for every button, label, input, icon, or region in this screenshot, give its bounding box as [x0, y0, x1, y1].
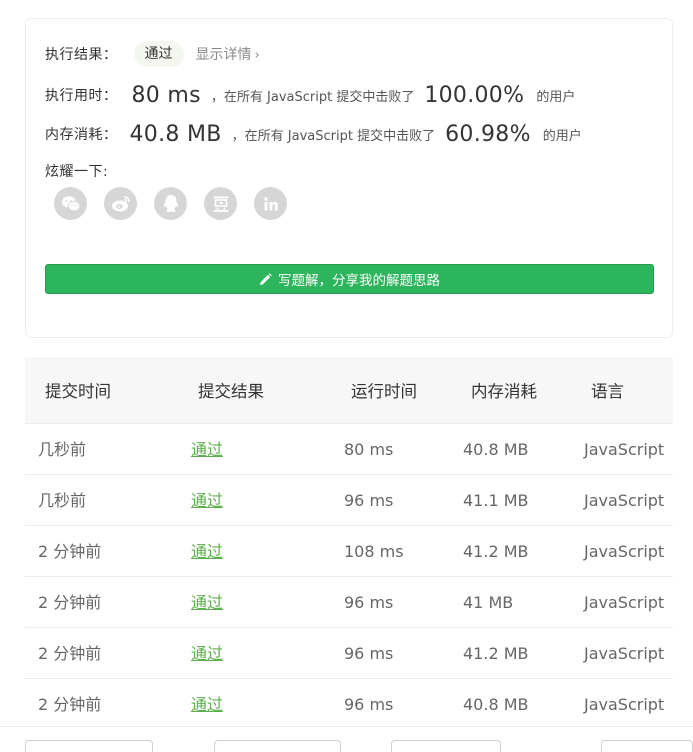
linkedin-icon [263, 196, 278, 210]
douban-share-button[interactable] [204, 187, 237, 220]
result-card: 执行结果： 通过 显示详情 › 执行用时： 80 ms ，在所有 JavaScri… [25, 18, 673, 338]
runtime-cell: 96 ms [344, 491, 394, 510]
share-label: 炫耀一下: [45, 164, 109, 180]
memory-cell: 41.2 MB [463, 644, 529, 663]
runtime-row: 执行用时： 80 ms ，在所有 JavaScript 提交中击败了 100.0… [45, 81, 575, 109]
submit-result-link[interactable]: 通过 [191, 475, 223, 526]
runtime-cell: 108 ms [344, 542, 404, 561]
memory-percent: 60.98% [445, 121, 531, 147]
submit-time-cell: 几秒前 [38, 491, 87, 510]
memory-label: 内存消耗： [45, 127, 118, 143]
wechat-share-button[interactable] [54, 187, 87, 220]
runtime-cell: 96 ms [344, 695, 394, 714]
memory-suffix: 的用户 [542, 128, 582, 144]
submit-time-cell: 2 分钟前 [38, 593, 102, 612]
language-cell: JavaScript [584, 644, 665, 663]
result-row: 执行结果： 通过 显示详情 › [45, 41, 260, 67]
memory-cell: 40.8 MB [463, 440, 529, 459]
submit-result-link[interactable]: 通过 [191, 526, 223, 577]
bottom-button-4[interactable] [601, 740, 693, 752]
submit-time-cell: 几秒前 [38, 440, 87, 459]
header-memory: 内存消耗 [471, 382, 537, 401]
header-runtime: 运行时间 [351, 382, 417, 401]
weibo-share-button[interactable] [104, 187, 137, 220]
share-row: 炫耀一下: [45, 161, 108, 181]
runtime-cell: 80 ms [344, 440, 394, 459]
memory-row: 内存消耗： 40.8 MB ，在所有 JavaScript 提交中击败了 60.… [45, 120, 582, 148]
bottom-button-2[interactable] [214, 740, 341, 752]
weibo-icon [111, 195, 130, 211]
qq-icon [163, 194, 178, 212]
share-buttons [54, 187, 304, 220]
language-cell: JavaScript [584, 695, 665, 714]
submit-result-link[interactable]: 通过 [191, 577, 223, 628]
submit-time-cell: 2 分钟前 [38, 695, 102, 714]
submit-result-link[interactable]: 通过 [191, 679, 223, 730]
runtime-percent: 100.00% [424, 82, 525, 108]
linkedin-share-button[interactable] [254, 187, 287, 220]
header-submit-time: 提交时间 [45, 382, 111, 401]
memory-cell: 41.2 MB [463, 542, 529, 561]
memory-value: 40.8 MB [129, 121, 222, 147]
memory-cell: 41.1 MB [463, 491, 529, 510]
show-details-link[interactable]: 显示详情 › [196, 44, 260, 64]
memory-cell: 40.8 MB [463, 695, 529, 714]
table-row: 2 分钟前 通过 96 ms 40.8 MB JavaScript [25, 679, 673, 730]
language-cell: JavaScript [584, 440, 665, 459]
submission-result-page: 执行结果： 通过 显示详情 › 执行用时： 80 ms ，在所有 JavaScri… [0, 0, 693, 752]
pencil-icon [259, 272, 272, 286]
show-details-label[interactable]: 显示详情 [196, 47, 252, 63]
table-row: 几秒前 通过 80 ms 40.8 MB JavaScript [25, 424, 673, 475]
status-badge: 通过 [133, 41, 184, 67]
submit-result-link[interactable]: 通过 [191, 628, 223, 679]
memory-beat-text: ，在所有 JavaScript 提交中击败了 [231, 128, 436, 144]
bottom-toolbar [0, 726, 693, 752]
submit-time-cell: 2 分钟前 [38, 542, 102, 561]
submissions-table: 提交时间 提交结果 运行时间 内存消耗 语言 几秒前 通过 80 ms 40.8… [25, 357, 673, 730]
header-submit-result: 提交结果 [198, 382, 264, 401]
table-row: 2 分钟前 通过 96 ms 41 MB JavaScript [25, 577, 673, 628]
qq-share-button[interactable] [154, 187, 187, 220]
runtime-beat-text: ，在所有 JavaScript 提交中击败了 [210, 89, 415, 105]
table-row: 2 分钟前 通过 108 ms 41.2 MB JavaScript [25, 526, 673, 577]
runtime-suffix: 的用户 [536, 89, 576, 105]
table-header: 提交时间 提交结果 运行时间 内存消耗 语言 [25, 357, 673, 424]
douban-icon [213, 196, 228, 212]
submit-result-link[interactable]: 通过 [191, 424, 223, 475]
language-cell: JavaScript [584, 542, 665, 561]
header-language: 语言 [591, 382, 624, 401]
write-solution-button[interactable]: 写题解，分享我的解题思路 [45, 264, 654, 294]
write-solution-label[interactable]: 写题解，分享我的解题思路 [278, 269, 440, 289]
runtime-value: 80 ms [131, 82, 201, 108]
result-label: 执行结果： [45, 47, 118, 63]
runtime-label: 执行用时： [45, 88, 118, 104]
language-cell: JavaScript [584, 491, 665, 510]
bottom-button-1[interactable] [25, 740, 153, 752]
chevron-right-icon[interactable]: › [255, 48, 260, 63]
bottom-button-3[interactable] [391, 740, 501, 752]
runtime-cell: 96 ms [344, 644, 394, 663]
wechat-icon [61, 195, 80, 211]
runtime-cell: 96 ms [344, 593, 394, 612]
table-row: 几秒前 通过 96 ms 41.1 MB JavaScript [25, 475, 673, 526]
memory-cell: 41 MB [463, 593, 514, 612]
submit-time-cell: 2 分钟前 [38, 644, 102, 663]
language-cell: JavaScript [584, 593, 665, 612]
table-row: 2 分钟前 通过 96 ms 41.2 MB JavaScript [25, 628, 673, 679]
